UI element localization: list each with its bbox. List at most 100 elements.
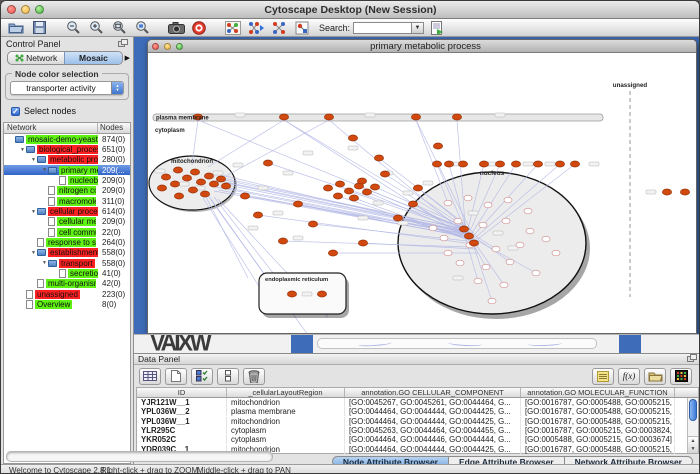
expand-arrow-icon[interactable]: ▼ [41, 260, 48, 266]
open-session-button[interactable] [6, 20, 26, 36]
node[interactable] [469, 240, 478, 246]
node[interactable] [555, 161, 564, 167]
table-row[interactable]: YJR121W__1mitochondrion[GO:0045267, GO:0… [137, 398, 698, 407]
node-unfilled[interactable] [474, 278, 482, 284]
minimize-button[interactable] [21, 5, 30, 14]
node[interactable] [479, 161, 488, 167]
search-dropdown-arrow-icon[interactable]: ▼ [411, 22, 424, 34]
zoom-window-button[interactable] [35, 5, 44, 14]
table-row[interactable]: YPL036W__2plasma membrane[GO:0044464, GO… [137, 407, 698, 416]
node-unfilled[interactable] [506, 259, 514, 265]
node[interactable] [533, 161, 542, 167]
node[interactable] [278, 238, 287, 244]
notepad-button[interactable] [592, 368, 614, 385]
unselect-attributes-button[interactable] [217, 368, 239, 385]
frame-close-button[interactable] [152, 43, 159, 50]
expand-arrow-icon[interactable]: ▼ [30, 209, 37, 215]
tree-row[interactable]: macromolecule311(0) [4, 196, 130, 206]
node[interactable] [452, 114, 461, 120]
node-unfilled[interactable] [516, 242, 524, 248]
import-table-button[interactable] [427, 20, 447, 36]
frame-minimize-button[interactable] [164, 43, 171, 50]
scrollbar-arrows-icon[interactable]: ▲▼ [688, 436, 698, 453]
node-unfilled[interactable] [454, 218, 462, 224]
node[interactable] [317, 291, 326, 297]
node-unfilled[interactable] [440, 235, 448, 241]
attribute-dropdown[interactable]: transporter activity ▲▼ [10, 81, 124, 95]
network-frame-titlebar[interactable]: primary metabolic process [148, 40, 696, 53]
column-header[interactable]: _cellularLayoutRegion [227, 388, 345, 397]
tree-row[interactable]: ▼biological_process651(0) [4, 144, 130, 154]
node-unfilled[interactable] [444, 200, 452, 206]
scrollbar-thumb[interactable] [689, 399, 697, 421]
function-builder-button[interactable]: f(x) [618, 368, 640, 385]
column-header[interactable]: ID [137, 388, 227, 397]
node[interactable] [190, 169, 199, 175]
node[interactable] [240, 193, 249, 199]
node[interactable] [253, 212, 262, 218]
attribute-table-button[interactable] [139, 368, 161, 385]
tree-row[interactable]: ▼cellular process614(0) [4, 206, 130, 216]
tree-row[interactable]: Overview8(0) [4, 300, 130, 310]
tab-mosaic[interactable]: Mosaic [64, 52, 121, 64]
node[interactable] [459, 226, 468, 232]
tree-row[interactable]: secretion41(0) [4, 268, 130, 278]
node[interactable] [680, 189, 689, 195]
node[interactable] [200, 191, 209, 197]
node[interactable] [511, 161, 520, 167]
tree-row[interactable]: cell communicat22(0) [4, 227, 130, 237]
node[interactable] [335, 181, 344, 187]
zoom-in-button[interactable] [86, 20, 106, 36]
layout-b-button[interactable] [269, 20, 289, 36]
node[interactable] [173, 167, 182, 173]
search-input[interactable] [353, 22, 411, 34]
tree-row[interactable]: mosaic-demo-yeast874(0) [4, 134, 130, 144]
node[interactable] [370, 184, 379, 190]
node-unfilled[interactable] [444, 250, 452, 256]
network-canvas[interactable]: plasma membranecytoplasmmitochondrionnuc… [148, 53, 697, 334]
expand-arrow-icon[interactable]: ▼ [30, 250, 37, 256]
import-attributes-button[interactable] [644, 368, 666, 385]
tree-row[interactable]: response to stimul264(0) [4, 237, 130, 247]
node-unfilled[interactable] [484, 202, 492, 208]
column-header[interactable]: annotation.GO MOLECULAR_FUNCTION [521, 388, 675, 397]
node[interactable] [170, 181, 179, 187]
delete-attribute-button[interactable] [243, 368, 265, 385]
node-unfilled[interactable] [524, 208, 532, 214]
node-unfilled[interactable] [429, 225, 437, 231]
new-attribute-button[interactable] [165, 368, 187, 385]
node[interactable] [324, 114, 333, 120]
node[interactable] [308, 221, 317, 227]
vizmapper-button[interactable] [292, 20, 312, 36]
node-unfilled[interactable] [456, 260, 464, 266]
node[interactable] [413, 185, 422, 191]
table-row[interactable]: YPL036W__1mitochondrion[GO:0044464, GO:0… [137, 417, 698, 426]
float-panel-icon[interactable] [118, 39, 128, 49]
node-unfilled[interactable] [464, 195, 472, 201]
node[interactable] [328, 250, 337, 256]
node[interactable] [287, 291, 296, 297]
node[interactable] [444, 161, 453, 167]
tree-row[interactable]: multi-organism pro42(0) [4, 279, 130, 289]
node[interactable] [358, 240, 367, 246]
node[interactable] [408, 201, 417, 207]
node[interactable] [333, 193, 342, 199]
node-unfilled[interactable] [532, 270, 540, 276]
node[interactable] [393, 215, 402, 221]
select-nodes-checkbox[interactable]: ✓ [11, 107, 20, 116]
node[interactable] [495, 161, 504, 167]
node-unfilled[interactable] [500, 282, 508, 288]
node[interactable] [357, 178, 366, 184]
column-header[interactable]: annotation.GO CELLULAR_COMPONENT [345, 388, 521, 397]
node[interactable] [221, 183, 230, 189]
tree-row[interactable]: ▼establishment of lo558(0) [4, 248, 130, 258]
node[interactable] [174, 193, 183, 199]
node[interactable] [380, 171, 389, 177]
node-unfilled[interactable] [504, 197, 512, 203]
node[interactable] [216, 176, 225, 182]
node-unfilled[interactable] [488, 298, 496, 304]
node[interactable] [196, 179, 205, 185]
expand-arrow-icon[interactable]: ▼ [41, 167, 48, 173]
node-unfilled[interactable] [526, 228, 534, 234]
tree-row[interactable]: ▼metabolic process280(0) [4, 155, 130, 165]
